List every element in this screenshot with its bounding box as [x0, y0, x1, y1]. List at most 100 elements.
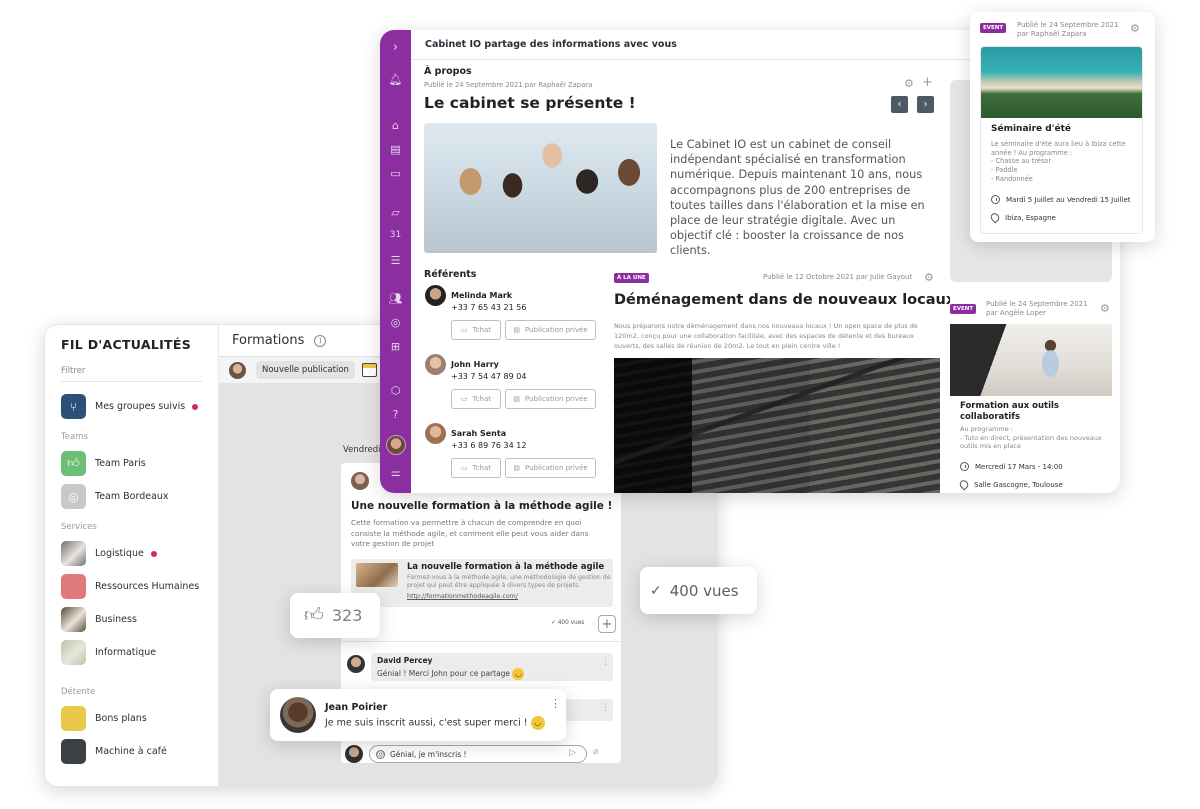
photo-thumbnail [61, 607, 86, 632]
more-options-icon[interactable]: ⋮ [601, 657, 610, 667]
folder-icon[interactable]: ▱ [380, 206, 411, 219]
bell-icon[interactable]: 🔔︎ [380, 73, 411, 86]
plus-icon[interactable]: + [922, 75, 933, 90]
private-publication-button[interactable]: ▤ Publication privée [505, 320, 596, 340]
location-pin-icon [957, 478, 971, 491]
settings-icon[interactable]: ⚙ [1100, 302, 1110, 315]
group-item[interactable]: 👍︎ Team Paris [61, 447, 202, 480]
event-meta: Publié le 24 Septembre 2021 par Angèle L… [986, 300, 1088, 318]
thumbs-up-icon: 👍︎ [304, 604, 324, 626]
link-preview[interactable]: La nouvelle formation à la méthode agile… [351, 559, 613, 607]
group-section-label: Teams [61, 432, 88, 442]
users-icon[interactable]: 👥︎ [380, 292, 411, 305]
group-sections: Teams 👍︎ Team Paris ◎ Team Bordeaux Services L… [61, 432, 202, 768]
attachment-icon[interactable]: ⌀ [593, 747, 598, 757]
newspaper-icon[interactable]: ▤ [380, 143, 411, 156]
settings-icon[interactable]: ⚙ [1130, 22, 1140, 35]
photo-thumbnail [61, 640, 86, 665]
event-date: Mercredi 17 Mars - 14:00 [975, 462, 1063, 471]
settings-icon[interactable]: ⚙ [904, 77, 914, 90]
chevron-right-icon[interactable]: › [380, 40, 411, 55]
formation-event-card[interactable]: EVENT Publié le 24 Septembre 2021 par An… [950, 294, 1112, 493]
target-icon: ◎ [61, 484, 86, 509]
sliders-icon[interactable]: ⚌ [380, 466, 411, 479]
smile-emoji-icon: ◡ [512, 668, 525, 680]
link-url[interactable]: http://formationmethodeagile.com/ [407, 593, 518, 600]
next-button[interactable]: › [917, 96, 934, 113]
event-date-row: Mercredi 17 Mars - 14:00 [960, 462, 1063, 471]
new-publication-button[interactable]: Nouvelle publication [256, 361, 355, 379]
group-item[interactable]: ◎ Team Bordeaux [61, 480, 202, 513]
home-icon[interactable]: ⌂ [380, 119, 411, 132]
day-label: Vendredi [343, 445, 381, 455]
group-item[interactable]: Ressources Humaines [61, 570, 202, 603]
seminar-content: Séminaire d'été Le séminaire d'été aura … [980, 46, 1143, 234]
private-publication-label: Publication privée [524, 464, 588, 472]
post-title: Une nouvelle formation à la méthode agil… [351, 500, 613, 512]
commenter-avatar [280, 697, 316, 733]
event-meta-author: par Angèle Loper [986, 309, 1046, 317]
settings-icon[interactable]: ⬡ [380, 384, 411, 397]
more-options-icon[interactable]: ⋮ [550, 697, 561, 710]
group-item[interactable]: Business [61, 603, 202, 636]
send-icon[interactable]: ▷ [569, 748, 576, 758]
likes-counter[interactable]: 👍︎ 323 [290, 593, 380, 638]
calendar-icon[interactable]: 31 [380, 230, 411, 240]
private-publication-button[interactable]: ▤ Publication privée [505, 458, 596, 478]
chat-button[interactable]: ▭ Tchat [451, 389, 501, 409]
comment-text: Génial ! Merci John pour ce partage ◡ [377, 668, 525, 680]
apps-icon[interactable]: ⊞ [380, 340, 411, 353]
comment-author: Jean Poirier [325, 702, 388, 713]
chat-label: Tchat [472, 326, 492, 334]
thumbs-up-icon: 👍︎ [61, 451, 86, 476]
group-item[interactable]: Machine à café [61, 735, 202, 768]
referent-avatar [425, 423, 446, 444]
event-title: Formation aux outils collaboratifs [960, 401, 1059, 422]
referent-phone: +33 7 65 43 21 56 [451, 303, 527, 312]
previous-button[interactable]: ‹ [891, 96, 908, 113]
settings-icon[interactable]: ⚙ [924, 271, 934, 284]
help-icon[interactable]: ? [380, 408, 411, 421]
filter-input[interactable]: Filtrer [61, 366, 202, 382]
group-label: Machine à café [95, 746, 167, 757]
group-color-swatch [61, 739, 86, 764]
private-publication-button[interactable]: ▤ Publication privée [505, 389, 596, 409]
user-avatar[interactable] [386, 435, 406, 455]
event-meta-date: Publié le 24 Septembre 2021 [1017, 21, 1119, 29]
add-button[interactable]: + [598, 615, 616, 633]
training-photo [950, 324, 1112, 396]
referent-name: John Harry [451, 360, 499, 369]
event-badge: EVENT [980, 23, 1007, 33]
chevron-right-icon: › [923, 99, 928, 110]
chat-button[interactable]: ▭ Tchat [451, 320, 501, 340]
toggle-icon[interactable]: ◎ [380, 316, 411, 329]
referent-name: Sarah Senta [451, 429, 507, 438]
followed-groups-item[interactable]: ⑂ Mes groupes suivis [61, 390, 202, 423]
group-item[interactable]: Logistique [61, 537, 202, 570]
comment-author: David Percey [377, 656, 433, 665]
referent-phone: +33 6 89 76 34 12 [451, 441, 527, 450]
chat-button[interactable]: ▭ Tchat [451, 458, 501, 478]
notification-dot [192, 403, 199, 410]
group-item[interactable]: Informatique [61, 636, 202, 669]
event-location: Ibiza, Espagne [1005, 213, 1056, 222]
more-options-icon[interactable]: ⋮ [601, 703, 610, 713]
chat-icon[interactable]: ▭ [380, 167, 411, 180]
event-meta-author: par Raphaël Zapara [1017, 30, 1087, 38]
seminar-event-card[interactable]: EVENT Publié le 24 Septembre 2021 par Ra… [970, 12, 1155, 242]
location-pin-icon [988, 211, 1002, 224]
mention-icon[interactable]: @ [376, 749, 385, 759]
info-icon[interactable]: i [314, 334, 327, 347]
group-item[interactable]: Bons plans [61, 702, 202, 735]
chat-icon: ▭ [460, 326, 468, 334]
article-icon[interactable] [361, 363, 377, 377]
event-meta: Publié le 24 Septembre 2021 par Raphaël … [1017, 21, 1119, 39]
list-icon[interactable]: ☰ [380, 254, 411, 267]
group-section-label: Services [61, 522, 97, 532]
link-thumbnail [356, 563, 398, 587]
comment: David Percey Génial ! Merci John pour ce… [371, 653, 613, 681]
about-title: Le cabinet se présente ! [424, 94, 636, 112]
reply-input[interactable]: @ Génial, je m'inscris ! [369, 745, 587, 763]
news-meta: Publié le 12 Octobre 2021 par Julie Gayo… [763, 273, 913, 281]
comment-avatar [347, 655, 365, 673]
